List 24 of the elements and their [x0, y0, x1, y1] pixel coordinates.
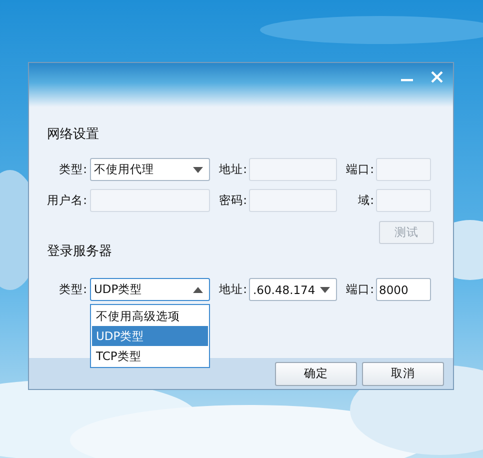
ok-button[interactable]: 确定 [275, 362, 357, 386]
field-label: 用户名: [46, 193, 88, 208]
caret-down-icon [193, 166, 203, 172]
dropdown[interactable]: .60.48.174 [249, 278, 337, 301]
dropdown[interactable]: UDP类型 [90, 278, 210, 301]
section-title: 网络设置 [47, 127, 99, 143]
field-label: 类型: [58, 282, 88, 297]
field-label: 端口: [345, 282, 375, 297]
field-label: 地址: [218, 282, 248, 297]
caret-up-icon [193, 286, 203, 292]
field-label: 端口: [345, 162, 375, 177]
section-title: 登录服务器 [47, 244, 112, 260]
caret-down-icon [320, 286, 330, 292]
field-label: 域: [357, 193, 375, 208]
cancel-button[interactable]: 取消 [362, 362, 444, 386]
dropdown-option[interactable]: UDP类型 [92, 326, 208, 346]
input-field[interactable]: 8000 [376, 278, 431, 301]
field-label: 密码: [218, 193, 248, 208]
close-icon[interactable] [431, 71, 443, 83]
dropdown-option[interactable]: TCP类型 [92, 346, 208, 366]
dropdown-option[interactable]: 不使用高级选项 [92, 306, 208, 326]
field-label: 地址: [218, 162, 248, 177]
field-label: 类型: [58, 162, 88, 177]
dropdown[interactable]: 不使用代理 [90, 158, 210, 181]
